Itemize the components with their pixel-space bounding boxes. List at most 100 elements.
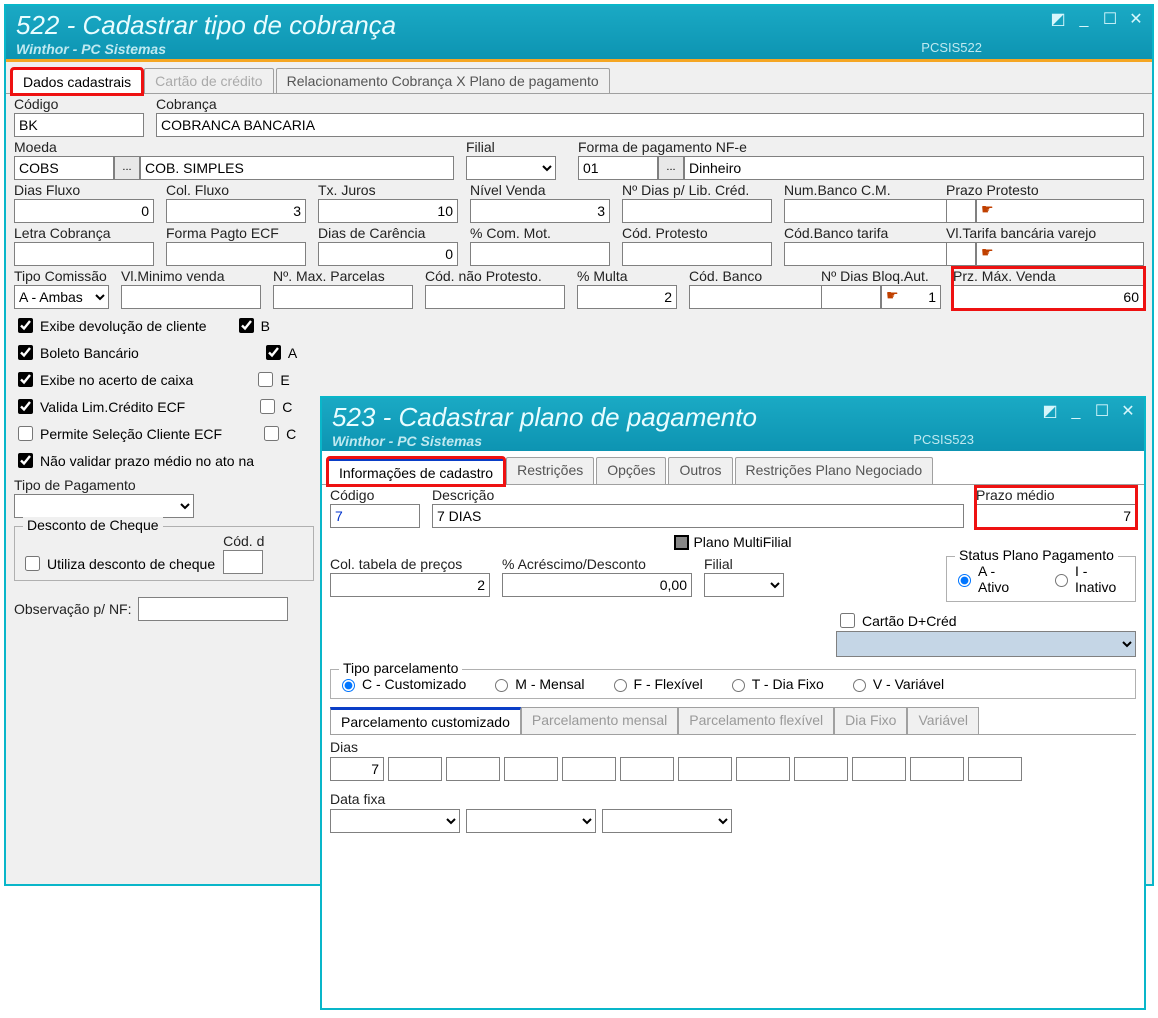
select-datafixa-3[interactable] (602, 809, 732, 833)
input-dias-9[interactable] (794, 757, 848, 781)
subtab-parc-flex[interactable]: Parcelamento flexível (678, 707, 834, 734)
select-filial[interactable] (466, 156, 556, 180)
tab-relacionamento[interactable]: Relacionamento Cobrança X Plano de pagam… (276, 68, 610, 93)
chk-permite-sel[interactable]: Permite Seleção Cliente ECFC (14, 423, 324, 444)
input-dias-12[interactable] (968, 757, 1022, 781)
input-pct-multa[interactable] (577, 285, 677, 309)
select-cartao-dcred[interactable] (836, 631, 1136, 657)
chk-utiliza-desc-cheque[interactable]: Utiliza desconto de cheque (21, 553, 215, 574)
subtab-parc-mens[interactable]: Parcelamento mensal (521, 707, 678, 734)
btn-note-icon[interactable]: ◩ (1050, 12, 1066, 28)
input-dias-2[interactable] (388, 757, 442, 781)
tab-outros[interactable]: Outros (668, 457, 732, 484)
chk-boleto[interactable]: Boleto BancárioA (14, 342, 324, 363)
btn-note-icon-523[interactable]: ◩ (1042, 404, 1058, 420)
minimize-icon-523[interactable]: _ (1068, 404, 1084, 420)
maximize-icon[interactable]: ☐ (1102, 12, 1118, 28)
chk-exibe-dev[interactable]: Exibe devolução de clienteB (14, 315, 324, 336)
input-dias-fluxo[interactable] (14, 199, 154, 223)
window-title-522: 522 - Cadastrar tipo de cobrança (16, 10, 1142, 41)
input-cod-nao-prot[interactable] (425, 285, 565, 309)
input-col-fluxo[interactable] (166, 199, 306, 223)
chk-b[interactable] (239, 318, 254, 333)
input-dias-5[interactable] (562, 757, 616, 781)
radio-tp-c[interactable]: C - Customizado (337, 676, 466, 692)
chk-a[interactable] (266, 345, 281, 360)
input-dias-10[interactable] (852, 757, 906, 781)
chk-valida-lim[interactable]: Valida Lim.Crédito ECFC (14, 396, 324, 417)
input-cobranca[interactable] (156, 113, 1144, 137)
input-dias-7[interactable] (678, 757, 732, 781)
tab-opcoes[interactable]: Opções (596, 457, 666, 484)
subtab-dia-fixo[interactable]: Dia Fixo (834, 707, 907, 734)
tab-restricoes[interactable]: Restrições (506, 457, 594, 484)
titlebar-523[interactable]: ◩ _ ☐ ✕ 523 - Cadastrar plano de pagamen… (322, 398, 1144, 451)
input-dias-8[interactable] (736, 757, 790, 781)
input-dias-4[interactable] (504, 757, 558, 781)
input-dias-11[interactable] (910, 757, 964, 781)
cod-banco-lookup-icon[interactable] (880, 285, 882, 309)
titlebar-522[interactable]: ◩ _ ☐ ✕ 522 - Cadastrar tipo de cobrança… (6, 6, 1152, 62)
input-dias-3[interactable] (446, 757, 500, 781)
input-forma-pag-nfe-cod[interactable] (578, 156, 658, 180)
input-moeda[interactable] (14, 156, 114, 180)
input-nivel-venda[interactable] (470, 199, 610, 223)
select-tipo-comissao[interactable]: A - Ambas (14, 285, 109, 309)
chk-plano-multifilial[interactable]: Plano MultiFilial (674, 534, 791, 550)
input-forma-pagto-ecf[interactable] (166, 242, 306, 266)
input-codigo-523[interactable] (330, 504, 420, 528)
minimize-icon[interactable]: _ (1076, 12, 1092, 28)
input-dias-carencia[interactable] (318, 242, 458, 266)
input-prz-max-venda[interactable] (953, 285, 1144, 309)
input-dias-6[interactable] (620, 757, 674, 781)
input-tx-juros[interactable] (318, 199, 458, 223)
input-descricao[interactable] (432, 504, 964, 528)
moeda-lookup-button[interactable]: ... (114, 156, 140, 180)
cod-banco-tarifa-lookup-icon[interactable] (975, 242, 977, 266)
chk-c[interactable] (260, 399, 275, 414)
lbl-codigo: Código (14, 96, 144, 112)
close-icon[interactable]: ✕ (1128, 12, 1144, 28)
lbl-obs-nf: Observação p/ NF: (14, 601, 132, 617)
input-cod-d[interactable] (223, 550, 263, 574)
input-pct-acresc[interactable] (502, 573, 692, 597)
input-pct-com-mot[interactable] (470, 242, 610, 266)
lbl-moeda: Moeda (14, 139, 454, 155)
input-n-max-parc[interactable] (273, 285, 413, 309)
close-icon-523[interactable]: ✕ (1120, 404, 1136, 420)
input-vl-min-venda[interactable] (121, 285, 261, 309)
radio-tp-f[interactable]: F - Flexível (609, 676, 703, 692)
chk-c2[interactable] (264, 426, 279, 441)
tab-dados-cadastrais[interactable]: Dados cadastrais (12, 69, 142, 94)
radio-inativo[interactable]: I - Inativo (1050, 563, 1129, 595)
select-datafixa-2[interactable] (466, 809, 596, 833)
radio-tp-t[interactable]: T - Dia Fixo (727, 676, 824, 692)
forma-pag-nfe-lookup-button[interactable]: ... (658, 156, 684, 180)
chk-cartao-dcred[interactable]: Cartão D+Créd (836, 610, 1136, 631)
lbl-filial: Filial (466, 139, 566, 155)
subtab-variavel[interactable]: Variável (907, 707, 979, 734)
input-ndias-lib[interactable] (622, 199, 772, 223)
radio-tp-v[interactable]: V - Variável (848, 676, 944, 692)
tab-info-cadastro[interactable]: Informações de cadastro (328, 458, 504, 485)
radio-tp-m[interactable]: M - Mensal (490, 676, 584, 692)
chk-e[interactable] (258, 372, 273, 387)
subtab-parc-cust[interactable]: Parcelamento customizado (330, 707, 521, 734)
chk-nao-validar-prazo[interactable]: Não validar prazo médio no ato na (14, 450, 324, 471)
input-obs-nf[interactable] (138, 597, 288, 621)
input-codigo[interactable] (14, 113, 144, 137)
tab-restr-plano[interactable]: Restrições Plano Negociado (735, 457, 934, 484)
radio-ativo[interactable]: A - Ativo (953, 563, 1026, 595)
chk-exibe-acerto[interactable]: Exibe no acerto de caixaE (14, 369, 324, 390)
input-dias-1[interactable] (330, 757, 384, 781)
input-letra-cob[interactable] (14, 242, 154, 266)
select-filial-523[interactable] (704, 573, 784, 597)
input-cod-protesto[interactable] (622, 242, 772, 266)
select-tipo-pagamento[interactable] (14, 494, 194, 518)
select-datafixa-1[interactable] (330, 809, 460, 833)
lbl-ndias-lib: Nº Dias p/ Lib. Créd. (622, 182, 772, 198)
maximize-icon-523[interactable]: ☐ (1094, 404, 1110, 420)
input-col-tabela[interactable] (330, 573, 490, 597)
tab-cartao-credito[interactable]: Cartão de crédito (144, 68, 273, 93)
num-banco-cm-lookup-icon[interactable] (975, 199, 977, 223)
